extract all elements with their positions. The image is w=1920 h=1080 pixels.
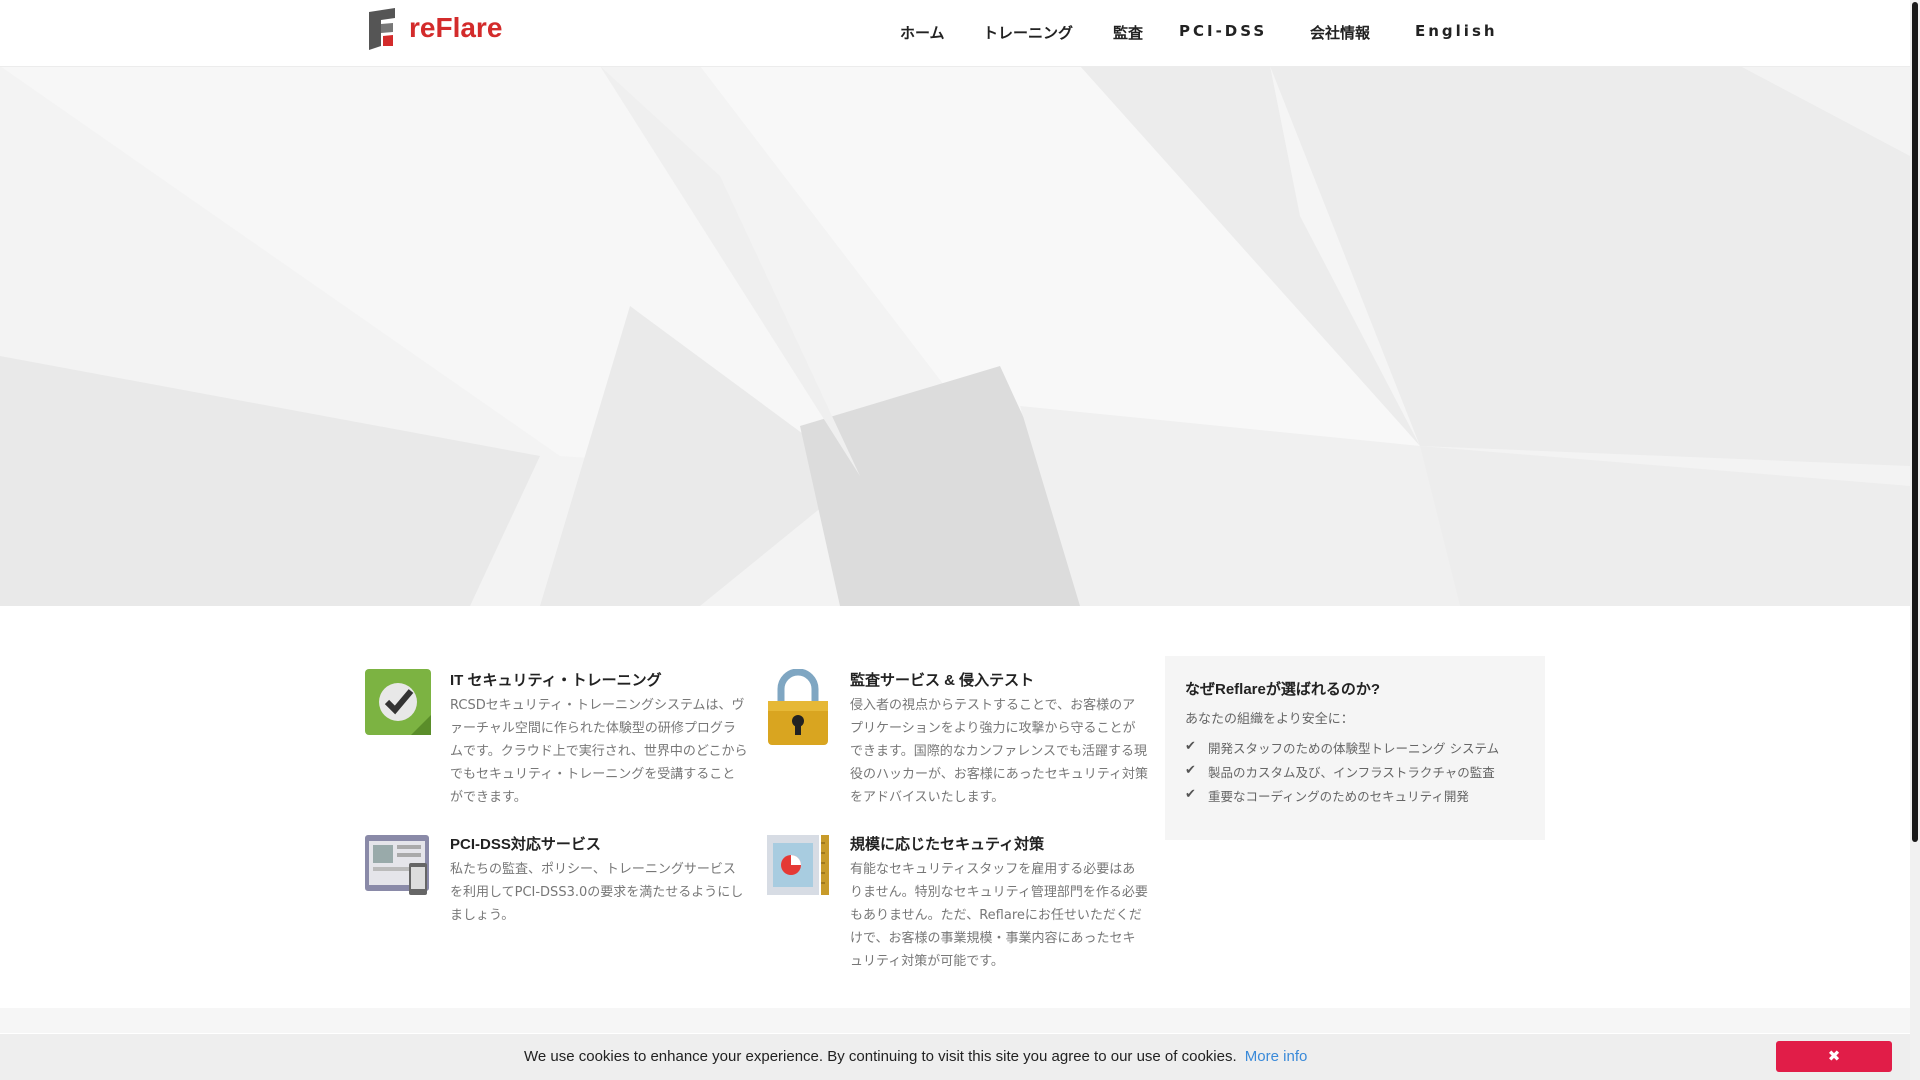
nav-item-pci-dss[interactable]: PCI-DSS <box>1179 22 1267 40</box>
close-icon: ✖ <box>1827 1047 1841 1065</box>
feature-description: 侵入者の視点からテストすることで、お客様のアプリケーションをより強力に攻撃から守… <box>850 698 1148 805</box>
nav-item-company[interactable]: 会社情報 <box>1310 22 1370 43</box>
feature-title: PCI-DSS対応サービス <box>450 836 601 853</box>
feature-description: 私たちの監査、ポリシー、トレーニングサービスを利用してPCI-DSS3.0の要求… <box>450 862 744 923</box>
nav-item-english[interactable]: English <box>1415 22 1498 40</box>
why-title: なぜReflareが選ばれるのか? <box>1185 681 1381 698</box>
feature-title: IT セキュリティ・トレーニング <box>450 672 662 689</box>
computer-screens-icon <box>365 835 429 895</box>
cookie-message: We use cookies to enhance your experienc… <box>524 1048 1307 1065</box>
why-list-item: ✔ 開発スタッフのための体験型トレーニング システム <box>1185 738 1499 762</box>
logo-mark-icon <box>369 8 395 50</box>
check-icon: ✔ <box>1185 739 1196 754</box>
padlock-icon <box>768 669 828 745</box>
checkmark-icon <box>365 669 431 735</box>
feature-title: 規模に応じたセキュティ対策 <box>850 836 1045 853</box>
cookie-text: We use cookies to enhance your experienc… <box>524 1048 1237 1065</box>
check-icon: ✔ <box>1185 763 1196 778</box>
why-item-text: 重要なコーディングのためのセキュリティ開発 <box>1208 789 1469 804</box>
footer-strip <box>0 1008 1910 1033</box>
cookie-close-button[interactable]: ✖ <box>1776 1041 1892 1072</box>
why-item-text: 製品のカスタム及び、インフラストラクチャの監査 <box>1208 765 1495 780</box>
why-list-item: ✔ 重要なコーディングのためのセキュリティ開発 <box>1185 786 1499 810</box>
why-item-text: 開発スタッフのための体験型トレーニング システム <box>1208 741 1500 756</box>
why-list: ✔ 開発スタッフのための体験型トレーニング システム ✔ 製品のカスタム及び、イ… <box>1185 738 1499 810</box>
feature-description: 有能なセキュリティスタッフを雇用する必要はありません。特別なセキュリティ管理部門… <box>850 862 1148 969</box>
nav-item-training[interactable]: トレーニング <box>983 22 1073 43</box>
cookie-consent-bar: We use cookies to enhance your experienc… <box>0 1034 1910 1080</box>
why-reflare-box: なぜReflareが選ばれるのか? あなたの組織をより安全に： ✔ 開発スタッフ… <box>1165 656 1545 840</box>
feature-description: RCSDセキュリティ・トレーニングシステムは、ヴァーチャル空間に作られた体験型の… <box>450 698 748 805</box>
reflare-logo[interactable]: reFlare <box>365 8 502 50</box>
hero-banner <box>0 66 1910 606</box>
page-scrollbar[interactable] <box>1910 0 1920 1080</box>
why-list-item: ✔ 製品のカスタム及び、インフラストラクチャの監査 <box>1185 762 1499 786</box>
more-info-link[interactable]: More info <box>1245 1048 1308 1065</box>
feature-title: 監査サービス & 侵入テスト <box>850 672 1035 689</box>
logo-wordmark: reFlare <box>409 12 503 43</box>
nav-item-audit[interactable]: 監査 <box>1113 22 1143 43</box>
why-subtitle: あなたの組織をより安全に： <box>1185 712 1354 727</box>
site-header: reFlare ホーム トレーニング 監査 PCI-DSS 会社情報 Engli… <box>0 0 1910 67</box>
chart-document-icon <box>767 835 829 895</box>
nav-item-home[interactable]: ホーム <box>900 22 945 43</box>
hero-geometric-background <box>0 66 1910 606</box>
check-icon: ✔ <box>1185 787 1196 802</box>
scrollbar-thumb[interactable] <box>1912 2 1918 842</box>
